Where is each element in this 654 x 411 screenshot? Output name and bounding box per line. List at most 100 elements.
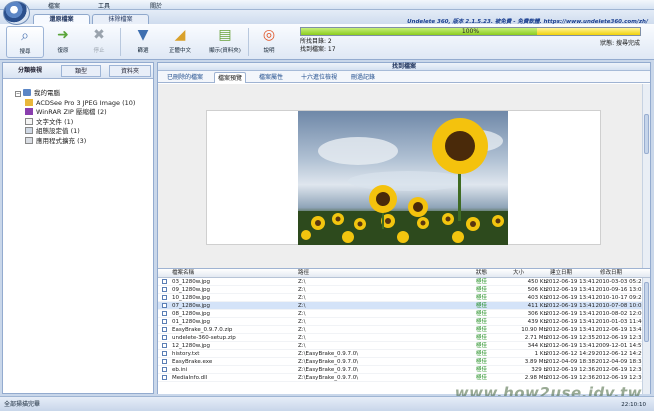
table-row[interactable]: 07_1280w.jpg Z:\ 極佳 411 Kb 2012-06-19 13:41 2… (158, 302, 650, 310)
file-list-header: 檔案名稱 路徑 狀態 大小 建立日期 修改日期 (158, 269, 650, 278)
file-list-rows: 03_1280w.jpg Z:\ 極佳 450 Kb 2012-06-19 13:41 2… (158, 278, 650, 382)
tree-item-zip[interactable]: WinRAR ZIP 壓縮檔 (2) (25, 108, 135, 118)
row-checkbox[interactable] (162, 303, 167, 308)
archive-icon (25, 108, 33, 115)
column-status[interactable]: 狀態 (476, 269, 487, 278)
table-cell: 2012-06-19 13:41 (545, 327, 595, 333)
tab-folder[interactable]: 資料夾 (109, 65, 151, 77)
row-checkbox[interactable] (162, 375, 167, 380)
row-checkbox[interactable] (162, 319, 167, 324)
menu-about[interactable]: 關於 (150, 1, 162, 10)
collapse-icon[interactable]: − (15, 91, 21, 97)
files-panel-tabs: 已刪除的檔案 檔案預覽 檔案屬性 十六進位檢視 刪過記錄 (158, 71, 650, 83)
table-cell: 2012-04-09 18:38 (595, 359, 645, 365)
row-checkbox[interactable] (162, 295, 167, 300)
tree-item-config[interactable]: 組態設定值 (1) (25, 127, 135, 137)
category-tree: − 我的電腦 ACDSee Pro 3 JPEG Image (10) WinRA… (15, 89, 135, 146)
row-checkbox[interactable] (162, 343, 167, 348)
table-row[interactable]: 01_1280w.jpg Z:\ 極佳 439 Kb 2012-06-19 13:41 2… (158, 318, 650, 326)
category-panel: 分類檢視 類型 資料夾 − 我的電腦 ACDSee Pro 3 JPEG Imag… (2, 62, 154, 394)
table-cell: Z:\ (298, 287, 306, 293)
row-checkbox[interactable] (162, 359, 167, 364)
table-cell: 2012-06-19 13:41 (545, 295, 595, 301)
row-checkbox[interactable] (162, 335, 167, 340)
tab-deleted-files[interactable]: 已刪除的檔案 (164, 72, 206, 83)
help-button[interactable]: ◎ 說明 (252, 26, 286, 58)
filter-button[interactable]: ▼ 篩選 (126, 26, 160, 58)
row-checkbox[interactable] (162, 367, 167, 372)
table-cell: 2012-06-19 13:41 (545, 303, 595, 309)
table-cell: 2010-01-03 11:40 (595, 319, 645, 325)
file-list-scroll-thumb[interactable] (644, 282, 649, 342)
tab-type[interactable]: 類型 (61, 65, 101, 77)
table-row[interactable]: 12_1280w.jpg Z:\ 極佳 344 Kb 2012-06-19 13:41 2… (158, 342, 650, 350)
tab-file-properties[interactable]: 檔案屬性 (256, 72, 286, 83)
row-checkbox[interactable] (162, 279, 167, 284)
scan-progress-bar: 100% (300, 27, 641, 36)
stop-icon: ✖ (93, 27, 105, 43)
table-cell: 2010-03-03 05:25 (595, 279, 645, 285)
tab-log[interactable]: 刪過記錄 (348, 72, 378, 83)
folder-structure-button[interactable]: ▤ 顯示(資料夾) (208, 26, 242, 58)
stop-button[interactable]: ✖ 停止 (82, 26, 116, 58)
table-row[interactable]: 10_1280w.jpg Z:\ 極佳 403 Kb 2012-06-19 13:41 2… (158, 294, 650, 302)
table-row[interactable]: EasyBrake_0.9.7.0.zip Z:\ 極佳 10.90 Mb 2012-0… (158, 326, 650, 334)
status-clock: 22:10:10 (621, 402, 646, 408)
view-button[interactable]: ◢ 正體中文 (163, 26, 197, 58)
tree-item-text[interactable]: 文字文件 (1) (25, 117, 135, 128)
table-row[interactable]: 09_1280w.jpg Z:\ 極佳 506 Kb 2012-06-19 13:41 2… (158, 286, 650, 294)
recover-button[interactable]: ➜ 復原 (46, 26, 80, 58)
tab-recover[interactable]: 還原檔案 (33, 14, 90, 24)
column-path[interactable]: 路徑 (298, 269, 309, 278)
column-modified[interactable]: 修改日期 (600, 269, 622, 278)
menu-bar: 檔案 工具 關於 (0, 0, 654, 10)
row-checkbox[interactable] (162, 311, 167, 316)
table-cell: Z:\ (298, 295, 306, 301)
row-checkbox[interactable] (162, 351, 167, 356)
tab-hex-view[interactable]: 十六進位檢視 (298, 72, 340, 83)
config-file-icon (25, 127, 33, 134)
table-row[interactable]: 03_1280w.jpg Z:\ 極佳 450 Kb 2012-06-19 13:41 2… (158, 278, 650, 286)
menu-tools[interactable]: 工具 (98, 1, 110, 10)
table-cell: Z:\EasyBrake_0.9.7.0\ (298, 351, 359, 357)
table-cell: 2012-06-19 12:36 (545, 375, 595, 381)
preview-scroll-thumb[interactable] (644, 114, 649, 154)
sunflower-photo (298, 111, 508, 245)
table-row[interactable]: MediaInfo.dll Z:\EasyBrake_0.9.7.0\ 極佳 2.98… (158, 374, 650, 382)
table-row[interactable]: EasyBrake.exe Z:\EasyBrake_0.9.7.0\ 極佳 3.89… (158, 358, 650, 366)
folder-icon: ▤ (218, 27, 232, 43)
table-cell: 2012-06-19 12:36 (595, 367, 645, 373)
app-logo-icon[interactable] (3, 1, 30, 25)
table-cell: 極佳 (476, 303, 488, 309)
table-cell: 03_1280w.jpg (172, 279, 210, 285)
tab-wipe[interactable]: 抹除檔案 (92, 14, 149, 24)
tab-category-view[interactable]: 分類檢視 (7, 65, 53, 77)
tree-root[interactable]: − 我的電腦 (15, 89, 135, 99)
table-cell: 08_1280w.jpg (172, 311, 210, 317)
tree-item-jpeg[interactable]: ACDSee Pro 3 JPEG Image (10) (25, 98, 135, 109)
row-checkbox[interactable] (162, 327, 167, 332)
preview-scrollbar[interactable] (642, 84, 650, 268)
table-cell: 2010-07-08 10:05 (595, 303, 645, 309)
menu-file[interactable]: 檔案 (48, 1, 60, 10)
table-row[interactable]: history.txt Z:\EasyBrake_0.9.7.0\ 極佳 1 Kb 20… (158, 350, 650, 358)
table-cell: EasyBrake_0.9.7.0.zip (172, 327, 233, 333)
table-cell: eb.ini (172, 367, 188, 373)
search-button[interactable]: ⌕ 搜尋 (6, 26, 44, 58)
column-filename[interactable]: 檔案名稱 (172, 269, 194, 278)
tree-item-extension[interactable]: 應用程式擴充 (3) (25, 136, 135, 147)
table-row[interactable]: undelete-360-setup.zip Z:\ 極佳 2.71 Mb 2012-0… (158, 334, 650, 342)
file-list-scrollbar[interactable] (642, 278, 650, 394)
computer-icon (23, 89, 31, 96)
column-size[interactable]: 大小 (513, 269, 524, 278)
column-created[interactable]: 建立日期 (550, 269, 572, 278)
table-cell: 2012-06-19 13:41 (595, 327, 645, 333)
text-file-icon (25, 117, 33, 125)
row-checkbox[interactable] (162, 287, 167, 292)
tab-file-preview[interactable]: 檔案預覽 (214, 72, 247, 83)
table-cell: 2012-06-19 12:36 (595, 375, 645, 381)
table-row[interactable]: eb.ini Z:\EasyBrake_0.9.7.0\ 極佳 329 b 2012-0… (158, 366, 650, 374)
preview-area (158, 84, 650, 268)
table-cell: 極佳 (476, 375, 488, 381)
table-row[interactable]: 08_1280w.jpg Z:\ 極佳 306 Kb 2012-06-19 13:41 2… (158, 310, 650, 318)
